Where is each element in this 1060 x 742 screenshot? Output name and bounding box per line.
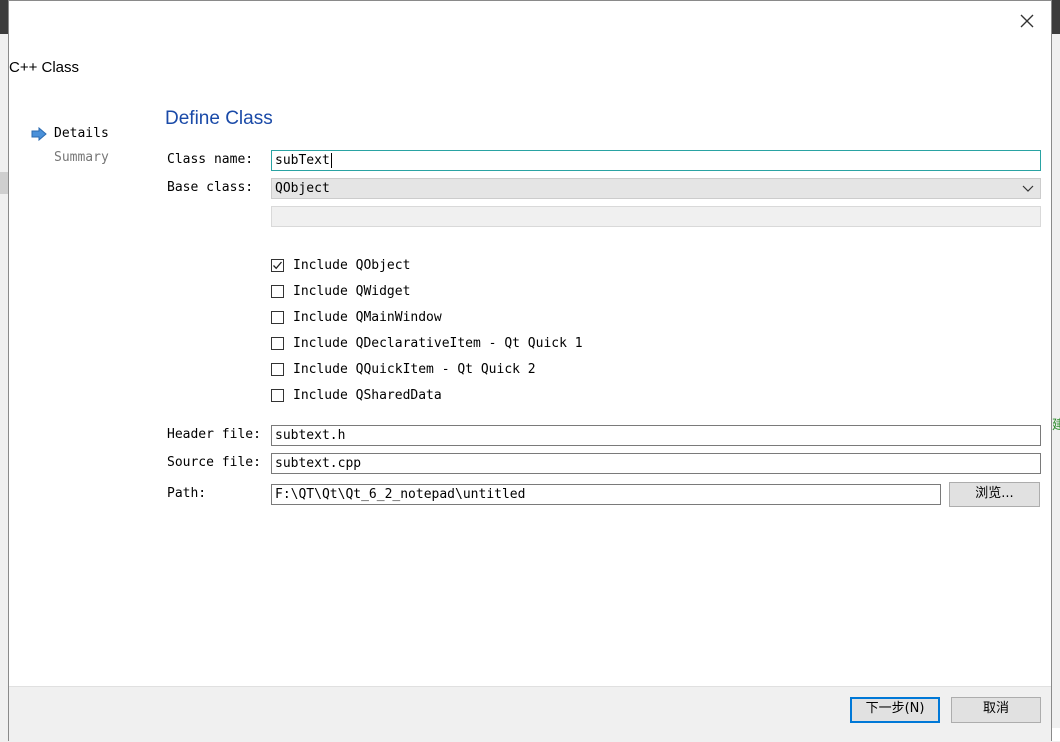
disabled-input [271,206,1041,227]
cancel-button[interactable]: 取消 [951,697,1041,723]
background-side-char: 建 [1052,418,1060,433]
background-strip [1052,0,1060,34]
base-class-select[interactable]: QObject [271,178,1041,199]
include-qdeclarativeitem-checkbox[interactable]: Include QDeclarativeItem - Qt Quick 1 [271,333,583,353]
checkbox-box [271,336,284,350]
path-input[interactable]: F:\QT\Qt\Qt_6_2_notepad\untitled [271,484,941,505]
close-icon [1020,14,1034,28]
checkmark-icon [273,261,282,269]
include-qmainwindow-checkbox[interactable]: Include QMainWindow [271,307,442,327]
class-name-input[interactable]: subText [271,150,1041,171]
checkbox-box [271,310,284,324]
text-cursor [330,153,332,168]
checkbox-box [271,388,284,402]
checkbox-label: Include QQuickItem - Qt Quick 2 [293,361,536,377]
path-label: Path: [167,486,207,501]
background-strip [0,0,8,34]
browse-button[interactable]: 浏览... [949,482,1040,507]
checkbox-label: Include QObject [293,257,411,273]
header-file-input[interactable]: subtext.h [271,425,1041,446]
include-qshareddata-checkbox[interactable]: Include QSharedData [271,385,442,405]
page-title: Define Class [165,108,273,129]
checkbox-label: Include QMainWindow [293,309,442,325]
dialog-footer: 下一步(N) 取消 [9,686,1051,741]
source-file-input[interactable]: subtext.cpp [271,453,1041,474]
next-button[interactable]: 下一步(N) [850,697,940,723]
checkbox-label: Include QSharedData [293,387,442,403]
base-class-label: Base class: [167,180,254,195]
background-strip [0,172,8,194]
class-name-label: Class name: [167,152,254,167]
close-button[interactable] [1015,9,1039,33]
wizard-title: C++ Class [9,59,80,76]
base-class-value: QObject [275,181,330,196]
step-details: Details [54,126,109,141]
checkbox-label: Include QDeclarativeItem - Qt Quick 1 [293,335,583,351]
include-qwidget-checkbox[interactable]: Include QWidget [271,281,410,301]
new-class-dialog: C++ Class Details Summary Define Class C… [8,0,1052,741]
class-name-value: subText [275,153,330,168]
source-file-label: Source file: [167,455,261,470]
checkbox-box [271,362,284,376]
header-file-label: Header file: [167,427,261,442]
arrow-right-icon [31,127,47,141]
step-summary: Summary [54,150,109,165]
checkbox-box [271,284,284,298]
include-qobject-checkbox[interactable]: Include QObject [271,255,410,275]
include-qquickitem-checkbox[interactable]: Include QQuickItem - Qt Quick 2 [271,359,536,379]
checkbox-box [271,258,284,272]
checkbox-label: Include QWidget [293,283,411,299]
chevron-down-icon [1022,185,1034,192]
